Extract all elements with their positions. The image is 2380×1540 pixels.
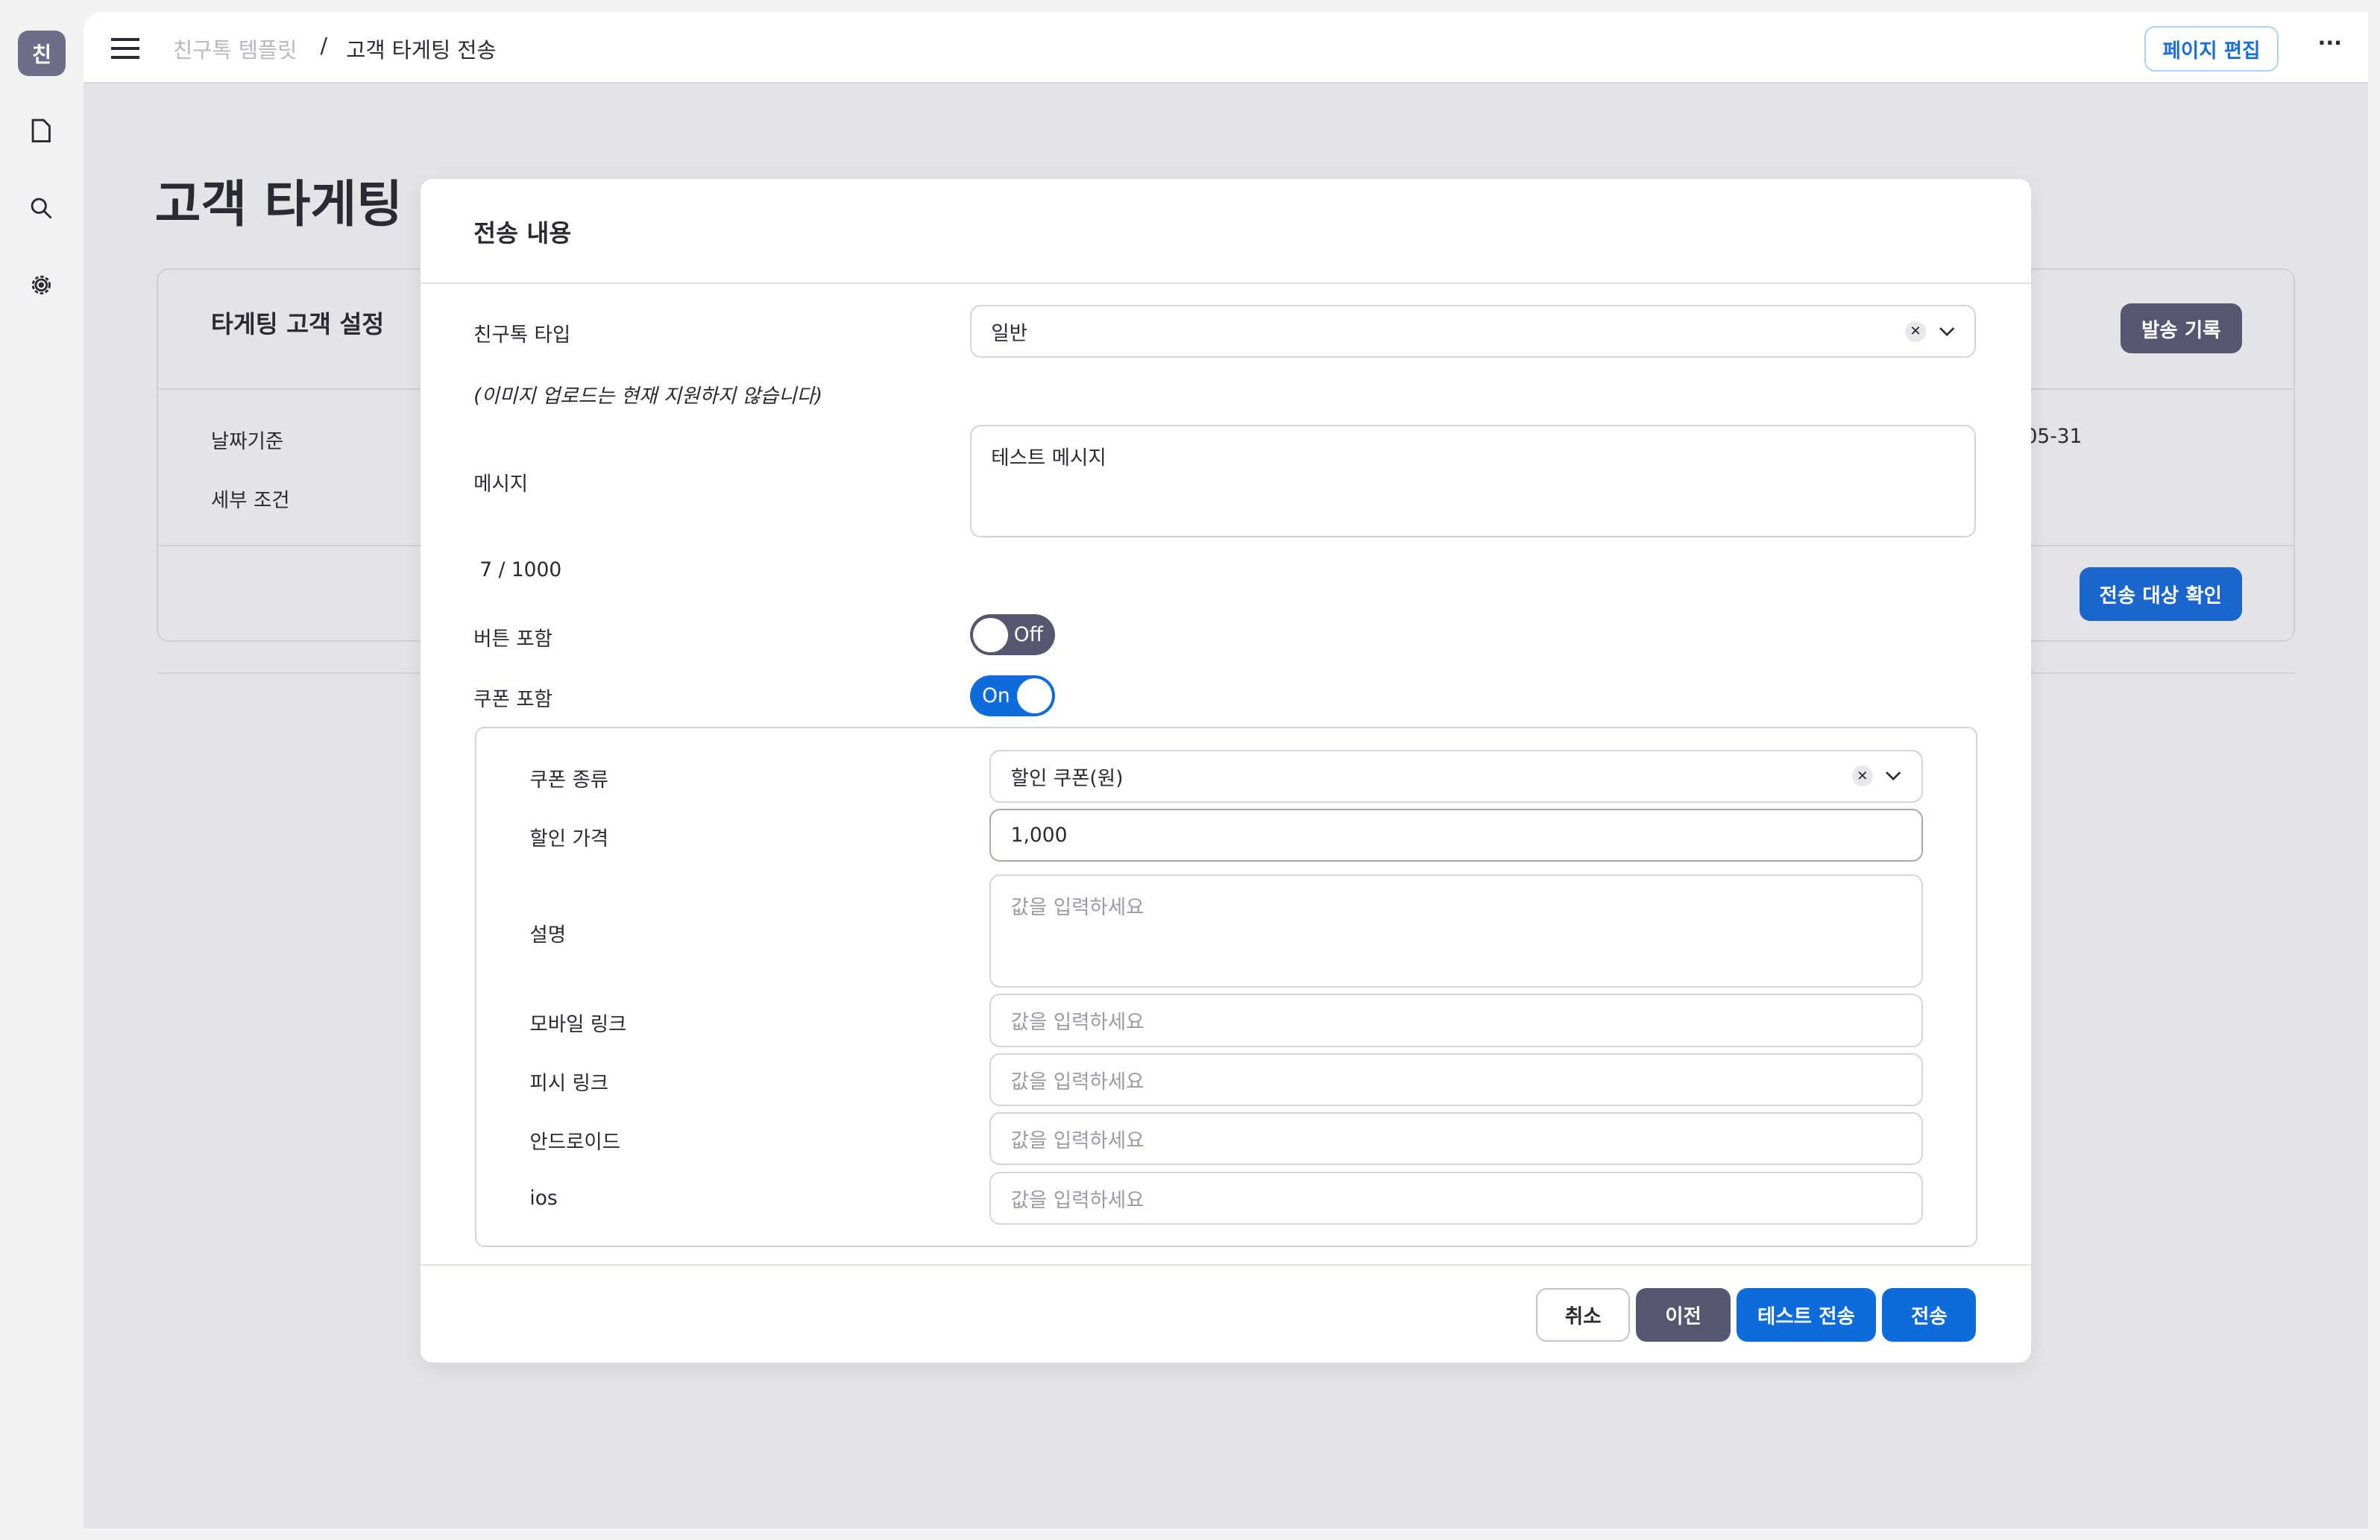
discount-price-input[interactable]: 1,000 (989, 808, 1924, 862)
app-avatar[interactable]: 친 (18, 30, 66, 76)
check-targets-button[interactable]: 전송 대상 확인 (2079, 567, 2242, 621)
placeholder: 값을 입력하세요 (1010, 1188, 1145, 1212)
detail-condition-label: 세부 조건 (210, 489, 290, 513)
send-history-button[interactable]: 발송 기록 (2120, 303, 2242, 354)
android-label: 안드로이드 (529, 1131, 621, 1155)
include-button-label: 버튼 포함 (473, 627, 552, 651)
mobile-link-input[interactable]: 값을 입력하세요 (989, 994, 1924, 1047)
placeholder: 값을 입력하세요 (1010, 1070, 1145, 1094)
coupon-kind-label: 쿠폰 종류 (529, 768, 609, 792)
mobile-link-label: 모바일 링크 (529, 1012, 627, 1036)
cancel-button[interactable]: 취소 (1536, 1288, 1631, 1342)
placeholder: 값을 입력하세요 (1010, 1129, 1145, 1153)
breadcrumb-separator: / (320, 33, 328, 58)
send-button[interactable]: 전송 (1882, 1288, 1977, 1342)
breadcrumb-parent[interactable]: 친구톡 템플릿 (173, 34, 297, 64)
coupon-settings-box: 쿠폰 종류 할인 쿠폰(원) ✕ 할인 가격 1,000 설명 값을 입력하세요… (475, 727, 1978, 1248)
type-select[interactable]: 일반 ✕ (969, 305, 1977, 359)
toggle-state: On (982, 684, 1010, 707)
include-button-toggle[interactable]: Off (969, 614, 1055, 656)
top-bar: 친구톡 템플릿 / 고객 타게팅 전송 페이지 편집 ··· (83, 12, 2368, 83)
document-icon[interactable] (26, 116, 57, 146)
breadcrumb-current: 고객 타게팅 전송 (346, 37, 497, 63)
edit-page-button[interactable]: 페이지 편집 (2144, 25, 2279, 72)
test-send-button[interactable]: 테스트 전송 (1736, 1288, 1877, 1342)
type-label: 친구톡 타입 (473, 324, 571, 347)
pc-link-input[interactable]: 값을 입력하세요 (989, 1053, 1924, 1106)
clear-icon[interactable]: ✕ (1851, 765, 1874, 787)
date-basis-value: 05-31 (2024, 424, 2082, 448)
image-upload-note: (이미지 업로드는 현재 지원하지 않습니다) (473, 384, 823, 408)
chevron-down-icon[interactable] (1939, 326, 1955, 337)
message-textarea[interactable]: 테스트 메시지 (969, 424, 1977, 537)
toggle-state: Off (1013, 623, 1043, 647)
modal-title: 전송 내용 (473, 219, 572, 248)
card-title: 타게팅 고객 설정 (210, 310, 385, 339)
message-label: 메시지 (473, 472, 529, 496)
message-value: 테스트 메시지 (991, 446, 1106, 470)
previous-button[interactable]: 이전 (1636, 1288, 1731, 1342)
type-value: 일반 (991, 322, 1027, 346)
search-icon[interactable] (26, 193, 57, 224)
ios-input[interactable]: 값을 입력하세요 (989, 1171, 1924, 1225)
android-input[interactable]: 값을 입력하세요 (989, 1112, 1924, 1166)
discount-price-label: 할인 가격 (529, 827, 609, 851)
include-coupon-label: 쿠폰 포함 (473, 688, 552, 712)
chevron-down-icon[interactable] (1885, 771, 1901, 781)
gear-icon[interactable] (26, 270, 57, 300)
include-coupon-toggle[interactable]: On (969, 675, 1055, 716)
message-char-count: 7 / 1000 (479, 558, 562, 582)
more-options-icon[interactable]: ··· (2318, 31, 2342, 55)
pc-link-label: 피시 링크 (529, 1072, 609, 1096)
description-textarea[interactable]: 값을 입력하세요 (989, 874, 1924, 988)
placeholder: 값을 입력하세요 (1010, 895, 1145, 919)
ios-label: ios (529, 1186, 558, 1210)
placeholder: 값을 입력하세요 (1010, 1011, 1145, 1035)
date-basis-label: 날짜기준 (210, 429, 284, 453)
coupon-kind-select[interactable]: 할인 쿠폰(원) ✕ (989, 749, 1924, 803)
description-label: 설명 (529, 923, 567, 947)
clear-icon[interactable]: ✕ (1904, 321, 1927, 343)
coupon-kind-value: 할인 쿠폰(원) (1010, 766, 1124, 790)
discount-price-value: 1,000 (1010, 824, 1068, 848)
hamburger-menu-icon[interactable] (110, 37, 140, 60)
send-content-modal: 전송 내용 친구톡 타입 일반 ✕ (이미지 업로드는 현재 지원하지 않습니다… (420, 179, 2031, 1363)
